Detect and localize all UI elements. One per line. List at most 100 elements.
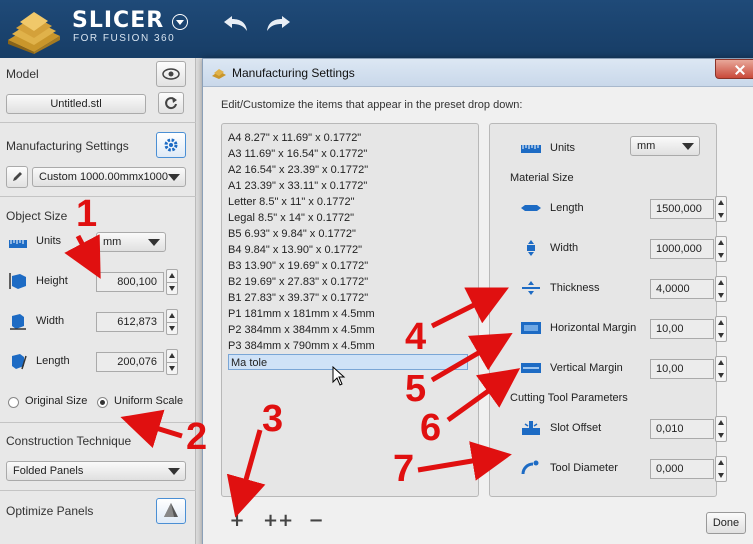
chevron-down-icon — [682, 143, 694, 150]
annotation-number-1: 1 — [76, 193, 98, 235]
slot-offset-stepper[interactable] — [715, 416, 727, 442]
tool-diameter-input[interactable]: 0,000 — [650, 459, 714, 479]
construction-dropdown[interactable]: Folded Panels — [6, 461, 186, 481]
sidebar: Model Untitled.stl Manufacturing Setting… — [0, 58, 196, 544]
list-item[interactable]: A1 23.39" x 33.11" x 0.1772" — [228, 178, 468, 194]
height-label: Height — [36, 275, 68, 287]
close-icon[interactable] — [715, 59, 753, 79]
material-length-label: Length — [550, 202, 584, 214]
list-item[interactable]: B1 27.83" x 39.37" x 0.1772" — [228, 290, 468, 306]
manufacturing-settings-button[interactable] — [156, 132, 186, 158]
list-item[interactable]: B2 19.69" x 27.83" x 0.1772" — [228, 274, 468, 290]
length-label: Length — [36, 355, 70, 367]
units-dropdown[interactable]: mm — [96, 232, 166, 252]
add-preset-button[interactable]: + — [225, 509, 249, 533]
dialog-titlebar: Manufacturing Settings — [203, 59, 753, 87]
list-item[interactable]: B3 13.90" x 19.69" x 0.1772" — [228, 258, 468, 274]
app-header: SLICER FOR FUSION 360 — [0, 0, 753, 58]
dialog-description: Edit/Customize the items that appear in … — [221, 99, 523, 111]
preset-properties-panel: Units mm Material Size Length 1500,000 W… — [489, 123, 727, 497]
uniform-scale-radio[interactable] — [97, 397, 108, 408]
ruler-icon — [9, 240, 27, 248]
horizontal-margin-label: Horizontal Margin — [550, 322, 637, 334]
material-length-stepper[interactable] — [715, 196, 727, 222]
width-arrows-icon — [527, 240, 535, 256]
eye-icon — [162, 68, 180, 80]
height-icon — [9, 273, 26, 289]
divider — [0, 196, 196, 197]
slot-offset-input[interactable]: 0,010 — [650, 419, 714, 439]
done-button[interactable]: Done — [706, 512, 746, 534]
optimize-panels-button[interactable] — [156, 498, 186, 524]
material-width-label: Width — [550, 242, 579, 254]
thickness-icon — [522, 281, 540, 295]
divider — [0, 490, 196, 491]
refresh-icon — [165, 97, 177, 110]
length-stepper[interactable] — [166, 349, 178, 375]
list-item[interactable]: A3 11.69" x 16.54" x 0.1772" — [228, 146, 468, 162]
list-item[interactable]: Legal 8.5" x 14" x 0.1772" — [228, 210, 468, 226]
width-input[interactable]: 612,873 — [96, 312, 164, 332]
dialog-units-dropdown[interactable]: mm — [630, 136, 700, 156]
material-width-stepper[interactable] — [715, 236, 727, 262]
dialog-units-label: Units — [550, 142, 576, 154]
duplicate-preset-button[interactable]: ++ — [263, 509, 293, 533]
list-item[interactable]: P2 384mm x 384mm x 4.5mm — [228, 322, 468, 338]
original-size-radio[interactable] — [8, 397, 19, 408]
horizontal-margin-stepper[interactable] — [715, 316, 727, 342]
length-input[interactable]: 200,076 — [96, 352, 164, 372]
list-item[interactable]: A4 8.27" x 11.69" x 0.1772" — [228, 130, 468, 146]
horizontal-margin-input[interactable]: 10,00 — [650, 319, 714, 339]
divider — [0, 122, 196, 123]
annotation-number-5: 5 — [405, 368, 427, 410]
redo-icon[interactable] — [264, 12, 292, 34]
construction-dropdown-value: Folded Panels — [13, 465, 84, 477]
thickness-stepper[interactable] — [715, 276, 727, 302]
tool-diameter-icon — [521, 460, 539, 475]
vertical-margin-stepper[interactable] — [715, 356, 727, 382]
vertical-margin-icon — [521, 363, 541, 373]
list-item[interactable]: B5 6.93" x 9.84" x 0.1772" — [228, 226, 468, 242]
list-item[interactable]: Letter 8.5" x 11" x 0.1772" — [228, 194, 468, 210]
manufacturing-settings-dialog: Manufacturing Settings Edit/Customize th… — [202, 58, 753, 544]
pencil-icon — [13, 172, 22, 181]
mouse-cursor-icon — [332, 366, 346, 386]
thickness-label: Thickness — [550, 282, 600, 294]
material-length-input[interactable]: 1500,000 — [650, 199, 714, 219]
visibility-button[interactable] — [156, 61, 186, 87]
list-item[interactable]: P1 181mm x 181mm x 4.5mm — [228, 306, 468, 322]
slot-offset-icon — [522, 421, 540, 435]
vertical-margin-input[interactable]: 10,00 — [650, 359, 714, 379]
reload-model-button[interactable] — [158, 92, 184, 114]
preset-dropdown[interactable]: Custom 1000.00mmx1000 — [32, 167, 186, 187]
width-stepper[interactable] — [166, 309, 178, 335]
list-item[interactable]: B4 9.84" x 13.90" x 0.1772" — [228, 242, 468, 258]
edit-preset-button[interactable] — [6, 166, 28, 188]
app-title: SLICER — [72, 8, 165, 33]
thickness-input[interactable]: 4,0000 — [650, 279, 714, 299]
annotation-number-2: 2 — [186, 416, 208, 458]
height-input[interactable]: 800,100 — [96, 272, 164, 292]
list-item-selected[interactable]: Ma tole — [228, 354, 468, 370]
chevron-down-icon — [148, 239, 160, 246]
annotation-number-3: 3 — [262, 398, 284, 440]
list-item[interactable]: P3 384mm x 790mm x 4.5mm — [228, 338, 468, 354]
tool-diameter-stepper[interactable] — [715, 456, 727, 482]
chevron-down-icon — [168, 468, 180, 475]
vertical-margin-label: Vertical Margin — [550, 362, 623, 374]
undo-icon[interactable] — [222, 12, 250, 34]
remove-preset-button[interactable]: − — [304, 509, 328, 533]
preset-dropdown-value: Custom 1000.00mmx1000 — [39, 171, 169, 183]
divider — [0, 422, 196, 423]
manufacturing-section-title: Manufacturing Settings — [6, 139, 129, 153]
material-size-title: Material Size — [510, 172, 574, 184]
height-stepper[interactable] — [166, 269, 178, 295]
object-size-title: Object Size — [6, 209, 68, 223]
uniform-scale-label: Uniform Scale — [114, 395, 184, 407]
dialog-units-dropdown-value: mm — [637, 140, 656, 152]
list-item[interactable]: A2 16.54" x 23.39" x 0.1772" — [228, 162, 468, 178]
app-menu-dropdown-icon[interactable] — [172, 14, 188, 30]
app-subtitle: FOR FUSION 360 — [73, 33, 176, 44]
material-width-input[interactable]: 1000,000 — [650, 239, 714, 259]
model-file-button[interactable]: Untitled.stl — [6, 94, 146, 114]
